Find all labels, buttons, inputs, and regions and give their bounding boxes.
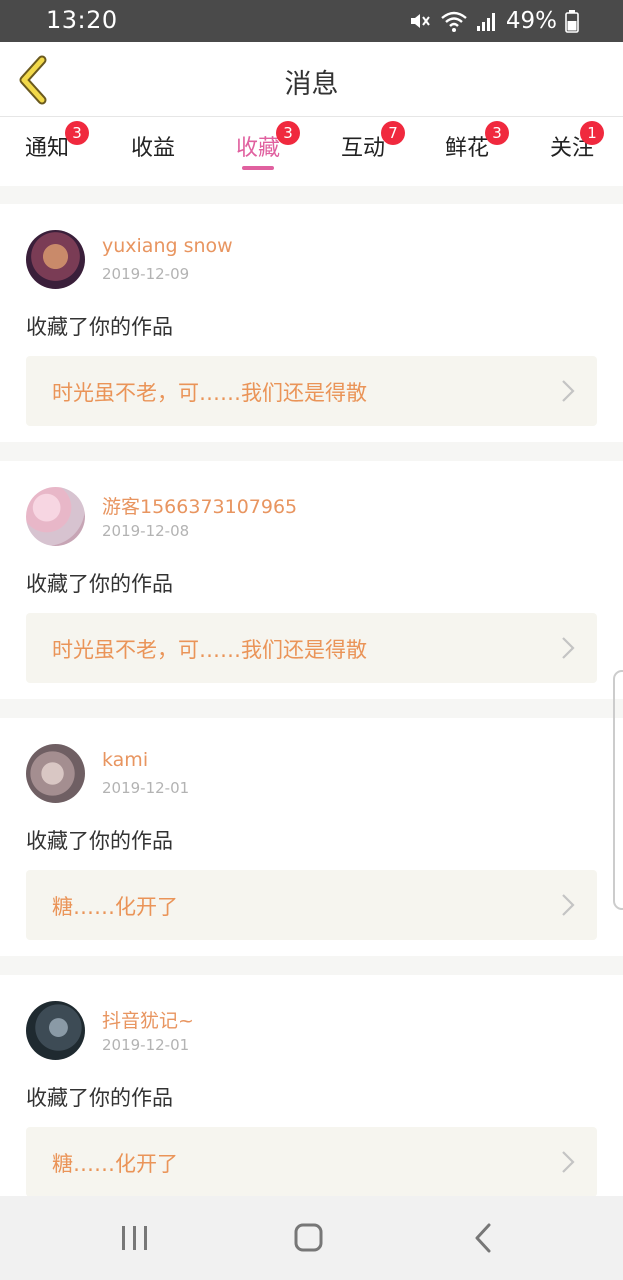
tab-label: 互动 (341, 136, 386, 161)
unread-badge: 3 (485, 121, 510, 145)
unread-badge: 3 (276, 121, 301, 145)
action-text: 收藏了你的作品 (26, 315, 173, 339)
unread-badge: 1 (580, 121, 605, 145)
tab-label: 收藏 (236, 136, 281, 161)
recent-apps-button[interactable] (104, 1218, 164, 1258)
avatar[interactable] (26, 230, 85, 289)
tab-label: 收益 (131, 136, 176, 161)
chevron-right-icon (562, 894, 575, 916)
home-button[interactable] (278, 1218, 338, 1258)
post-date: 2019-12-01 (102, 1036, 190, 1054)
favorites-list: yuxiang snow 2019-12-09 收藏了你的作品 时光虽不老，可…… (0, 186, 623, 1196)
nav-back-button[interactable] (452, 1218, 512, 1258)
work-link[interactable]: 时光虽不老，可……我们还是得散 (26, 613, 597, 683)
post-date: 2019-12-08 (102, 522, 190, 540)
work-title: 时光虽不老，可……我们还是得散 (52, 638, 367, 662)
wifi-icon (441, 11, 467, 32)
home-icon (294, 1223, 323, 1252)
tab-label: 鲜花 (445, 136, 490, 161)
status-bar: 13:20 49% (0, 0, 623, 42)
battery-icon (565, 10, 579, 33)
list-item: yuxiang snow 2019-12-09 收藏了你的作品 时光虽不老，可…… (0, 204, 623, 442)
action-text: 收藏了你的作品 (26, 1086, 173, 1110)
unread-badge: 3 (65, 121, 90, 145)
user-name[interactable]: 游客1566373107965 (102, 492, 297, 519)
tab-favorites[interactable]: 收藏 3 (236, 121, 301, 180)
status-time: 13:20 (46, 6, 118, 34)
edge-panel-handle[interactable] (613, 670, 623, 910)
avatar[interactable] (26, 744, 85, 803)
post-date: 2019-12-01 (102, 779, 190, 797)
unread-badge: 7 (381, 121, 406, 145)
nav-back-icon (475, 1223, 491, 1253)
chevron-right-icon (562, 380, 575, 402)
tab-flowers[interactable]: 鲜花 3 (445, 121, 510, 180)
work-title: 糖……化开了 (52, 895, 178, 919)
system-nav-bar (0, 1196, 623, 1280)
chevron-right-icon (562, 1151, 575, 1173)
page-title: 消息 (284, 69, 339, 100)
user-name[interactable]: yuxiang snow (102, 235, 233, 257)
tab-notifications[interactable]: 通知 3 (25, 121, 90, 180)
battery-percent: 49% (505, 8, 557, 34)
work-link[interactable]: 糖……化开了 (26, 1127, 597, 1196)
user-name[interactable]: 抖音犹记~ (102, 1006, 194, 1033)
avatar[interactable] (26, 1001, 85, 1060)
work-link[interactable]: 时光虽不老，可……我们还是得散 (26, 356, 597, 426)
work-title: 糖……化开了 (52, 1152, 178, 1176)
avatar[interactable] (26, 487, 85, 546)
status-icons: 49% (408, 7, 579, 35)
list-item: 游客1566373107965 2019-12-08 收藏了你的作品 时光虽不老… (0, 461, 623, 699)
active-tab-indicator (242, 166, 275, 170)
tab-following[interactable]: 关注 1 (550, 121, 605, 180)
tab-interactions[interactable]: 互动 7 (341, 121, 406, 180)
mute-icon (410, 14, 430, 28)
action-text: 收藏了你的作品 (26, 829, 173, 853)
list-item: kami 2019-12-01 收藏了你的作品 糖……化开了 (0, 718, 623, 956)
header: 消息 (0, 42, 623, 117)
tab-earnings[interactable]: 收益 (131, 130, 175, 180)
action-text: 收藏了你的作品 (26, 572, 173, 596)
post-date: 2019-12-09 (102, 265, 190, 283)
tab-bar: 通知 3 收益 收藏 3 互动 7 鲜花 3 关注 1 (0, 118, 623, 186)
tab-label: 通知 (25, 136, 70, 161)
chevron-right-icon (562, 637, 575, 659)
work-title: 时光虽不老，可……我们还是得散 (52, 381, 367, 405)
user-name[interactable]: kami (102, 749, 148, 771)
work-link[interactable]: 糖……化开了 (26, 870, 597, 940)
recent-apps-icon (122, 1226, 147, 1250)
list-item: 抖音犹记~ 2019-12-01 收藏了你的作品 糖……化开了 (0, 975, 623, 1196)
signal-icon (476, 13, 495, 31)
